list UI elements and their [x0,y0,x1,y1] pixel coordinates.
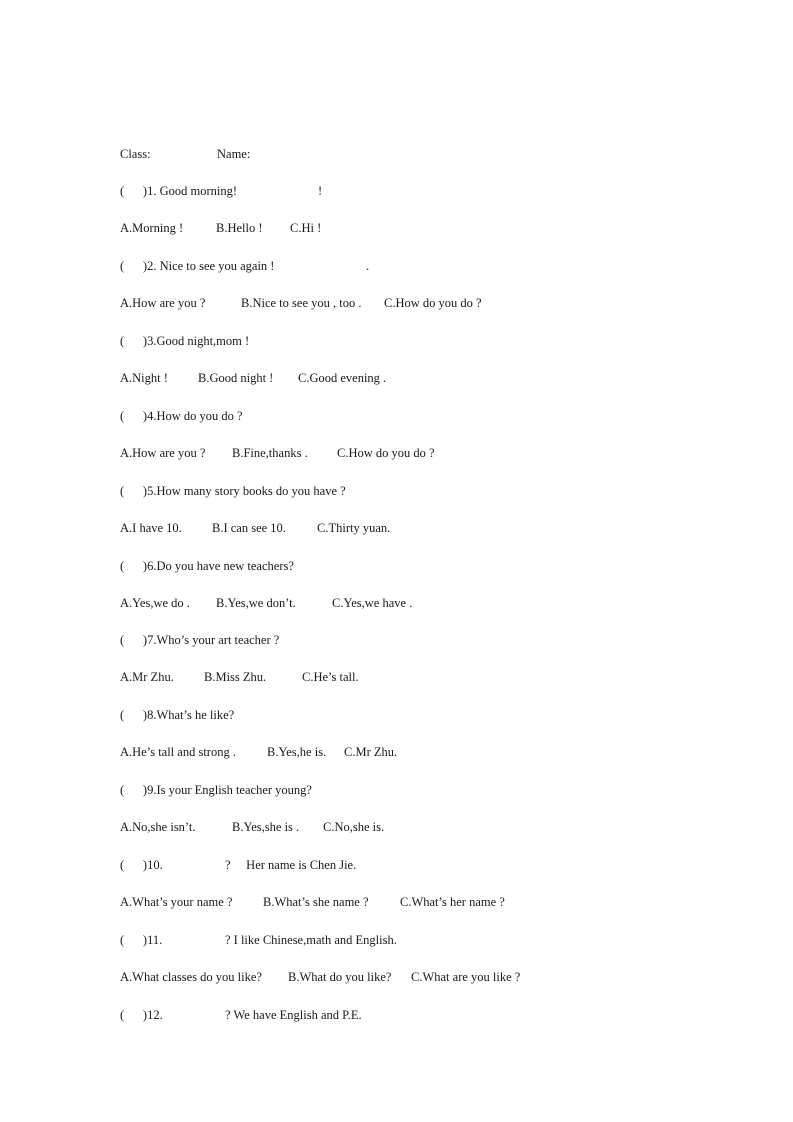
question-text: ( )5.How many story books do you have ? [120,484,346,498]
answer-option: A.I have 10. [120,521,182,535]
answer-option: C.No,she is. [323,820,385,834]
answer-option: B.What do you like? [288,970,392,984]
question-text: ( )10. [120,858,163,872]
answer-option: A.What’s your name ? [120,895,233,909]
header-line: Class: Name: [120,146,250,210]
question-tail: . [366,259,370,273]
answer-option: B.Nice to see you , too . [241,296,362,310]
question-text: ( )4.How do you do ? [120,409,243,423]
answer-option: B.What’s she name ? [263,895,369,909]
worksheet-page: Class: Name: ( )1. Good morning!! A.Morni… [0,0,793,1122]
answer-option: A.How are you ? [120,446,206,460]
question-text: ( )1. Good morning! [120,184,237,198]
question-text: ( )12. [120,1008,163,1022]
answer-option: A.Mr Zhu. [120,670,174,684]
question-tail: ! [318,184,323,198]
answer-option: A.No,she isn’t. [120,820,196,834]
answer-option: C.What are you like ? [411,970,521,984]
class-label: Class: [120,147,151,161]
question-text: ( )11. [120,933,163,947]
question-text: ( )3.Good night,mom ! [120,334,250,348]
answer-option: A.Morning ! [120,221,184,235]
answer-option: A.Yes,we do . [120,596,190,610]
answer-option: B.Yes,he is. [267,745,327,759]
answer-option: C.How do you do ? [384,296,482,310]
name-label: Name: [217,147,251,161]
question-text: ( )6.Do you have new teachers? [120,559,294,573]
answer-option: B.Yes,we don’t. [216,596,296,610]
answer-option: A.He’s tall and strong . [120,745,236,759]
answer-option: A.Night ! [120,371,168,385]
question-tail: ? I like Chinese,math and English. [225,933,397,947]
answer-option: A.How are you ? [120,296,206,310]
answer-option: B.Hello ! [216,221,263,235]
answer-option: B.I can see 10. [212,521,286,535]
answer-option: B.Miss Zhu. [204,670,267,684]
answer-option: B.Good night ! [198,371,274,385]
question-text: ( )9.Is your English teacher young? [120,783,312,797]
question-text: ( )2. Nice to see you again ! [120,259,275,273]
question-tail: ? Her name is Chen Jie. [225,858,357,872]
answer-option: B.Yes,she is . [232,820,300,834]
answer-option: C.Mr Zhu. [344,745,398,759]
question-tail: ? We have English and P.E. [225,1008,362,1022]
answer-option: C.Thirty yuan. [317,521,391,535]
question-text: ( )8.What’s he like? [120,708,235,722]
answer-option: C.Hi ! [290,221,322,235]
answer-option: A.What classes do you like? [120,970,262,984]
answer-option: C.Good evening . [298,371,387,385]
answer-option: C.What’s her name ? [400,895,505,909]
answer-option: C.He’s tall. [302,670,359,684]
answer-option: B.Fine,thanks . [232,446,308,460]
question-text: ( )7.Who’s your art teacher ? [120,633,280,647]
answer-option: C.Yes,we have . [332,596,413,610]
answer-option: C.How do you do ? [337,446,435,460]
